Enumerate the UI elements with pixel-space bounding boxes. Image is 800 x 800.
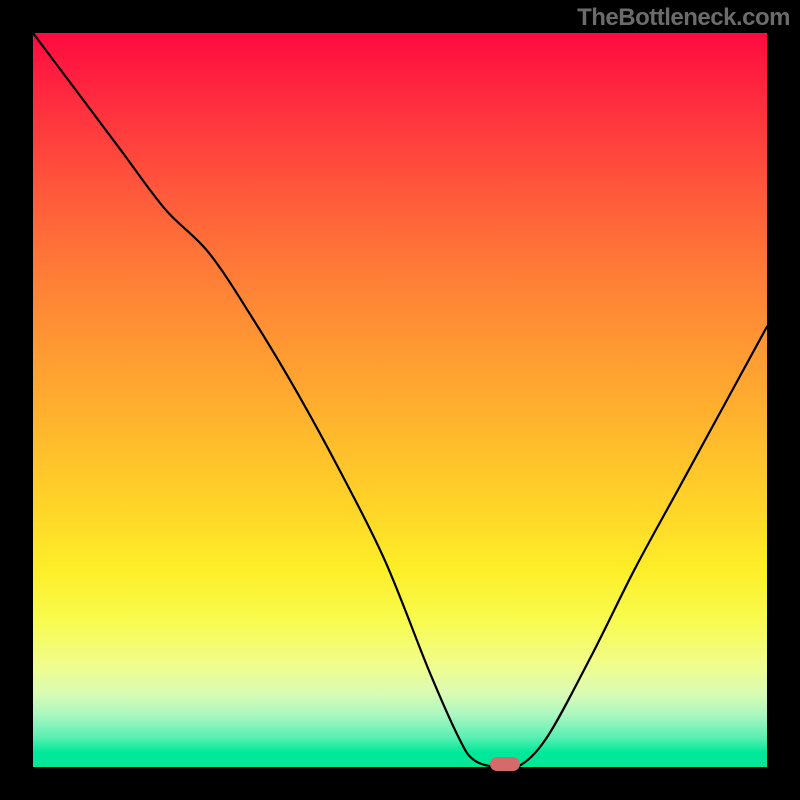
optimum-marker (490, 757, 520, 771)
bottleneck-curve (33, 33, 767, 767)
bottleneck-curve-path (33, 33, 767, 767)
watermark-text: TheBottleneck.com (577, 4, 790, 32)
chart-frame: TheBottleneck.com (0, 0, 800, 800)
